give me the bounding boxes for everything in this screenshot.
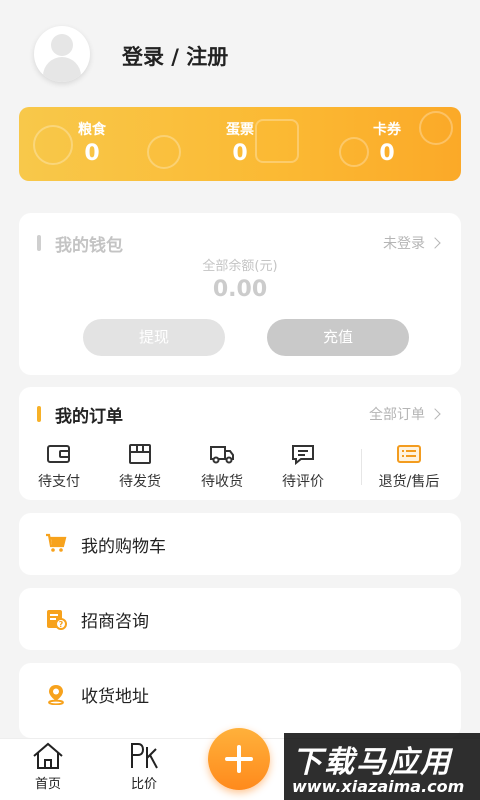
withdraw-button[interactable]: 提现 [83, 319, 225, 356]
stat-label: 粮食 [78, 122, 106, 138]
wallet-icon [47, 445, 70, 463]
menu-shipping-address[interactable]: 收货地址 [19, 663, 461, 738]
order-pending-payment[interactable]: 待支付 [19, 443, 99, 491]
svg-text:?: ? [59, 620, 64, 629]
tab-home[interactable]: 首页 [13, 741, 83, 792]
menu-merchant-consult[interactable]: ? 招商咨询 [19, 588, 461, 650]
wallet-login-status[interactable]: 未登录 [383, 233, 441, 253]
list-icon [397, 445, 421, 463]
watermark-title: 下载马应用 [292, 745, 452, 780]
tab-compare[interactable]: 比价 [109, 741, 179, 792]
balance-label: 全部余额(元) [202, 259, 278, 274]
menu-label: 招商咨询 [81, 612, 149, 632]
tab-label: 首页 [34, 777, 61, 792]
menu-cart[interactable]: 我的购物车 [19, 513, 461, 575]
login-register-link[interactable]: 登录 / 注册 [122, 41, 228, 71]
order-label: 待支付 [38, 474, 80, 490]
pk-icon [131, 743, 158, 769]
profile-header: 登录 / 注册 [0, 0, 480, 100]
order-label: 待评价 [282, 474, 324, 490]
order-return-aftersale[interactable]: 退货/售后 [369, 443, 449, 491]
order-pending-receipt[interactable]: 待收货 [182, 443, 262, 491]
wallet-card: 我的钱包 未登录 全部余额(元) 0.00 提现 充值 [19, 213, 461, 375]
order-pending-shipment[interactable]: 待发货 [100, 443, 180, 491]
avatar-head [51, 34, 73, 56]
divider [361, 449, 362, 485]
order-label: 待收货 [201, 474, 243, 490]
recharge-button[interactable]: 充值 [267, 319, 409, 356]
menu-label: 我的购物车 [81, 537, 166, 557]
stat-label: 卡券 [373, 122, 401, 138]
stat-label: 蛋票 [226, 122, 254, 138]
wallet-title-bar [37, 235, 41, 251]
watermark: 下载马应用 www.xiazaima.com [284, 733, 480, 800]
tab-label: 比价 [130, 777, 157, 792]
orders-title-bar [37, 406, 41, 422]
decor-circle [147, 135, 181, 169]
box-icon [129, 444, 151, 464]
order-label: 退货/售后 [378, 474, 440, 490]
chevron-right-icon [429, 408, 441, 420]
truck-icon [210, 446, 234, 464]
wallet-title: 我的钱包 [55, 236, 123, 256]
stat-value: 0 [84, 141, 100, 166]
avatar[interactable] [34, 26, 90, 82]
order-label: 待发货 [119, 474, 161, 490]
home-icon [33, 742, 63, 769]
stat-value: 0 [379, 141, 395, 166]
chevron-right-icon [429, 237, 441, 249]
stat-value: 0 [232, 141, 248, 166]
avatar-body [43, 57, 81, 82]
menu-label: 收货地址 [81, 687, 149, 707]
consult-icon: ? [47, 610, 67, 630]
all-orders-link[interactable]: 全部订单 [369, 404, 441, 424]
location-icon [48, 685, 64, 705]
all-orders-text: 全部订单 [369, 407, 425, 423]
plus-icon[interactable] [208, 728, 270, 790]
watermark-url: www.xiazaima.com [292, 777, 465, 796]
stats-banner: 粮食 0 蛋票 0 卡券 0 [19, 107, 461, 181]
order-pending-review[interactable]: 待评价 [263, 443, 343, 491]
stat-grain[interactable]: 粮食 0 [52, 119, 132, 166]
balance-amount: 0.00 [212, 277, 268, 302]
cart-icon [46, 533, 67, 552]
comment-icon [292, 445, 314, 465]
stat-coupon[interactable]: 卡券 0 [347, 119, 427, 166]
orders-card: 我的订单 全部订单 待支付 待发货 待收货 待评价 退货/售后 [19, 387, 461, 500]
orders-title: 我的订单 [55, 407, 123, 427]
stat-egg-ticket[interactable]: 蛋票 0 [200, 119, 280, 166]
wallet-status-text: 未登录 [383, 236, 425, 252]
